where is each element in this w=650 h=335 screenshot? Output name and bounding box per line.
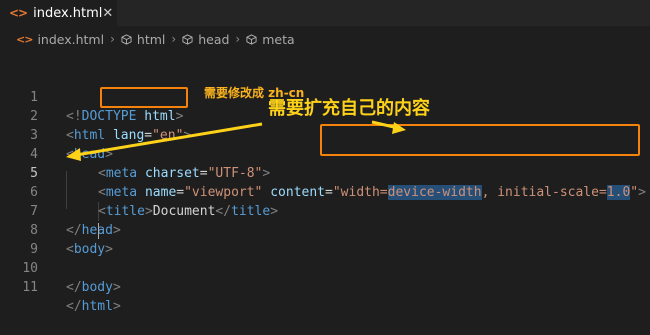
line-number: 11 xyxy=(22,280,38,295)
annotation-arrows xyxy=(66,120,406,161)
arrow-to-content xyxy=(371,120,406,134)
arrow-to-title xyxy=(66,122,263,161)
